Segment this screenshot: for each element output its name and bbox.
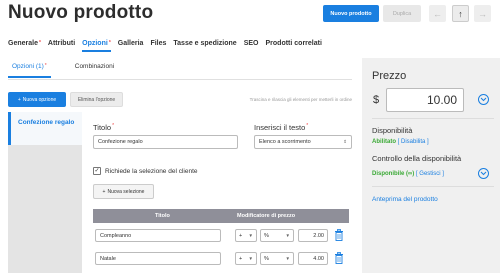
modifier-type-select[interactable]: % ▼: [260, 252, 294, 265]
updown-icon: ⇕: [343, 139, 347, 144]
stock-control-label: Controllo della disponibilità: [372, 154, 462, 163]
arrow-right-icon: →: [478, 8, 487, 19]
insert-text-select[interactable]: Elenco a scorrimento ⇕: [254, 135, 352, 149]
require-selection-checkbox[interactable]: ✓: [93, 167, 101, 175]
chevron-down-icon[interactable]: [478, 94, 489, 105]
table-row: Compleanno + ▼ % ▼ 2.00: [93, 226, 349, 248]
tab-attributi[interactable]: Attributi: [48, 40, 75, 52]
option-list-item[interactable]: Confezione regalo: [8, 112, 82, 145]
selections-table-header: Titolo Modificatore di prezzo: [93, 209, 349, 223]
prev-product-button[interactable]: ←: [429, 5, 446, 22]
insert-text-label: Inserisci il testo*: [254, 123, 309, 132]
availability-status: Abilitato [ Disabilita ]: [372, 139, 429, 145]
require-selection-row: ✓ Richiede la selezione del cliente: [93, 167, 198, 175]
required-marker: *: [306, 123, 309, 129]
sign-select[interactable]: + ▼: [235, 229, 257, 242]
plus-icon: +: [102, 188, 106, 195]
page-title: Nuovo prodotto: [8, 2, 154, 23]
arrow-left-icon: ←: [433, 8, 442, 19]
chevron-down-icon: ▼: [285, 256, 290, 261]
modifier-value-input[interactable]: 2.00: [298, 229, 328, 242]
trash-icon[interactable]: [334, 252, 344, 264]
table-row: Natale + ▼ % ▼ 4.00: [93, 249, 349, 271]
option-list: Confezione regalo: [8, 112, 82, 273]
new-selection-button[interactable]: + Nuova selezione: [93, 184, 154, 199]
add-option-button[interactable]: + Nuova opzione: [8, 92, 66, 107]
modifier-type-select[interactable]: % ▼: [260, 229, 294, 242]
selection-title-input[interactable]: Compleanno: [95, 229, 221, 242]
modifier-value-input[interactable]: 4.00: [298, 252, 328, 265]
plus-icon: +: [17, 96, 21, 103]
tab-files[interactable]: Files: [150, 40, 166, 52]
divider: [372, 118, 494, 119]
require-selection-label: Richiede la selezione del cliente: [105, 167, 198, 175]
sub-tabs: Opzioni (1)* Combinazioni: [8, 63, 114, 78]
header-price-modifier: Modificatore di prezzo: [237, 213, 296, 219]
trash-icon[interactable]: [334, 229, 344, 241]
disable-link[interactable]: [ Disabilita ]: [398, 139, 429, 145]
main-tabs: Generale* Attributi Opzioni* Galleria Fi…: [8, 40, 322, 52]
tab-generale[interactable]: Generale*: [8, 40, 41, 52]
new-product-button[interactable]: Nuovo prodotto: [323, 5, 379, 22]
manage-stock-link[interactable]: [ Gestisci ]: [416, 171, 444, 177]
required-marker: *: [44, 63, 47, 69]
price-panel: Prezzo $ 10.00 Disponibilità Abilitato […: [362, 58, 500, 273]
chevron-down-icon: ▼: [248, 256, 253, 261]
tab-prodotti-correlati[interactable]: Prodotti correlati: [266, 40, 322, 52]
product-preview-link[interactable]: Anteprima del prodotto: [372, 196, 438, 203]
infinity-icon: (∞): [406, 171, 415, 177]
availability-label: Disponibilità: [372, 126, 413, 135]
duplicate-button[interactable]: Duplica: [383, 5, 421, 22]
tab-opzioni[interactable]: Opzioni*: [82, 40, 111, 52]
header-title: Titolo: [155, 213, 170, 219]
arrow-up-icon: ↑: [458, 8, 463, 19]
delete-option-button[interactable]: Elimina l'opzione: [70, 92, 123, 107]
required-marker: *: [38, 40, 41, 46]
title-input[interactable]: Confezione regalo: [93, 135, 238, 149]
drag-hint: Trascina e rilascia gli elementi per met…: [249, 97, 352, 102]
price-input[interactable]: 10.00: [386, 88, 464, 112]
price-label: Prezzo: [372, 70, 407, 82]
required-marker: *: [108, 40, 111, 46]
next-product-button[interactable]: →: [474, 5, 491, 22]
required-marker: *: [112, 123, 115, 129]
tab-seo[interactable]: SEO: [244, 40, 259, 52]
sign-select[interactable]: + ▼: [235, 252, 257, 265]
currency-symbol: $: [373, 94, 380, 106]
up-button[interactable]: ↑: [452, 5, 469, 22]
subtab-combinations[interactable]: Combinazioni: [75, 63, 114, 78]
chevron-down-icon: ▼: [285, 233, 290, 238]
divider: [372, 186, 494, 187]
divider: [8, 79, 352, 80]
chevron-down-icon[interactable]: [478, 168, 489, 179]
selection-title-input[interactable]: Natale: [95, 252, 221, 265]
chevron-down-icon: ▼: [248, 233, 253, 238]
stock-status: Disponibile (∞) [ Gestisci ]: [372, 171, 444, 177]
tab-tasse-spedizione[interactable]: Tasse e spedizione: [173, 40, 236, 52]
subtab-options[interactable]: Opzioni (1)*: [8, 63, 51, 78]
title-label: Titolo*: [93, 123, 115, 132]
tab-galleria[interactable]: Galleria: [118, 40, 144, 52]
